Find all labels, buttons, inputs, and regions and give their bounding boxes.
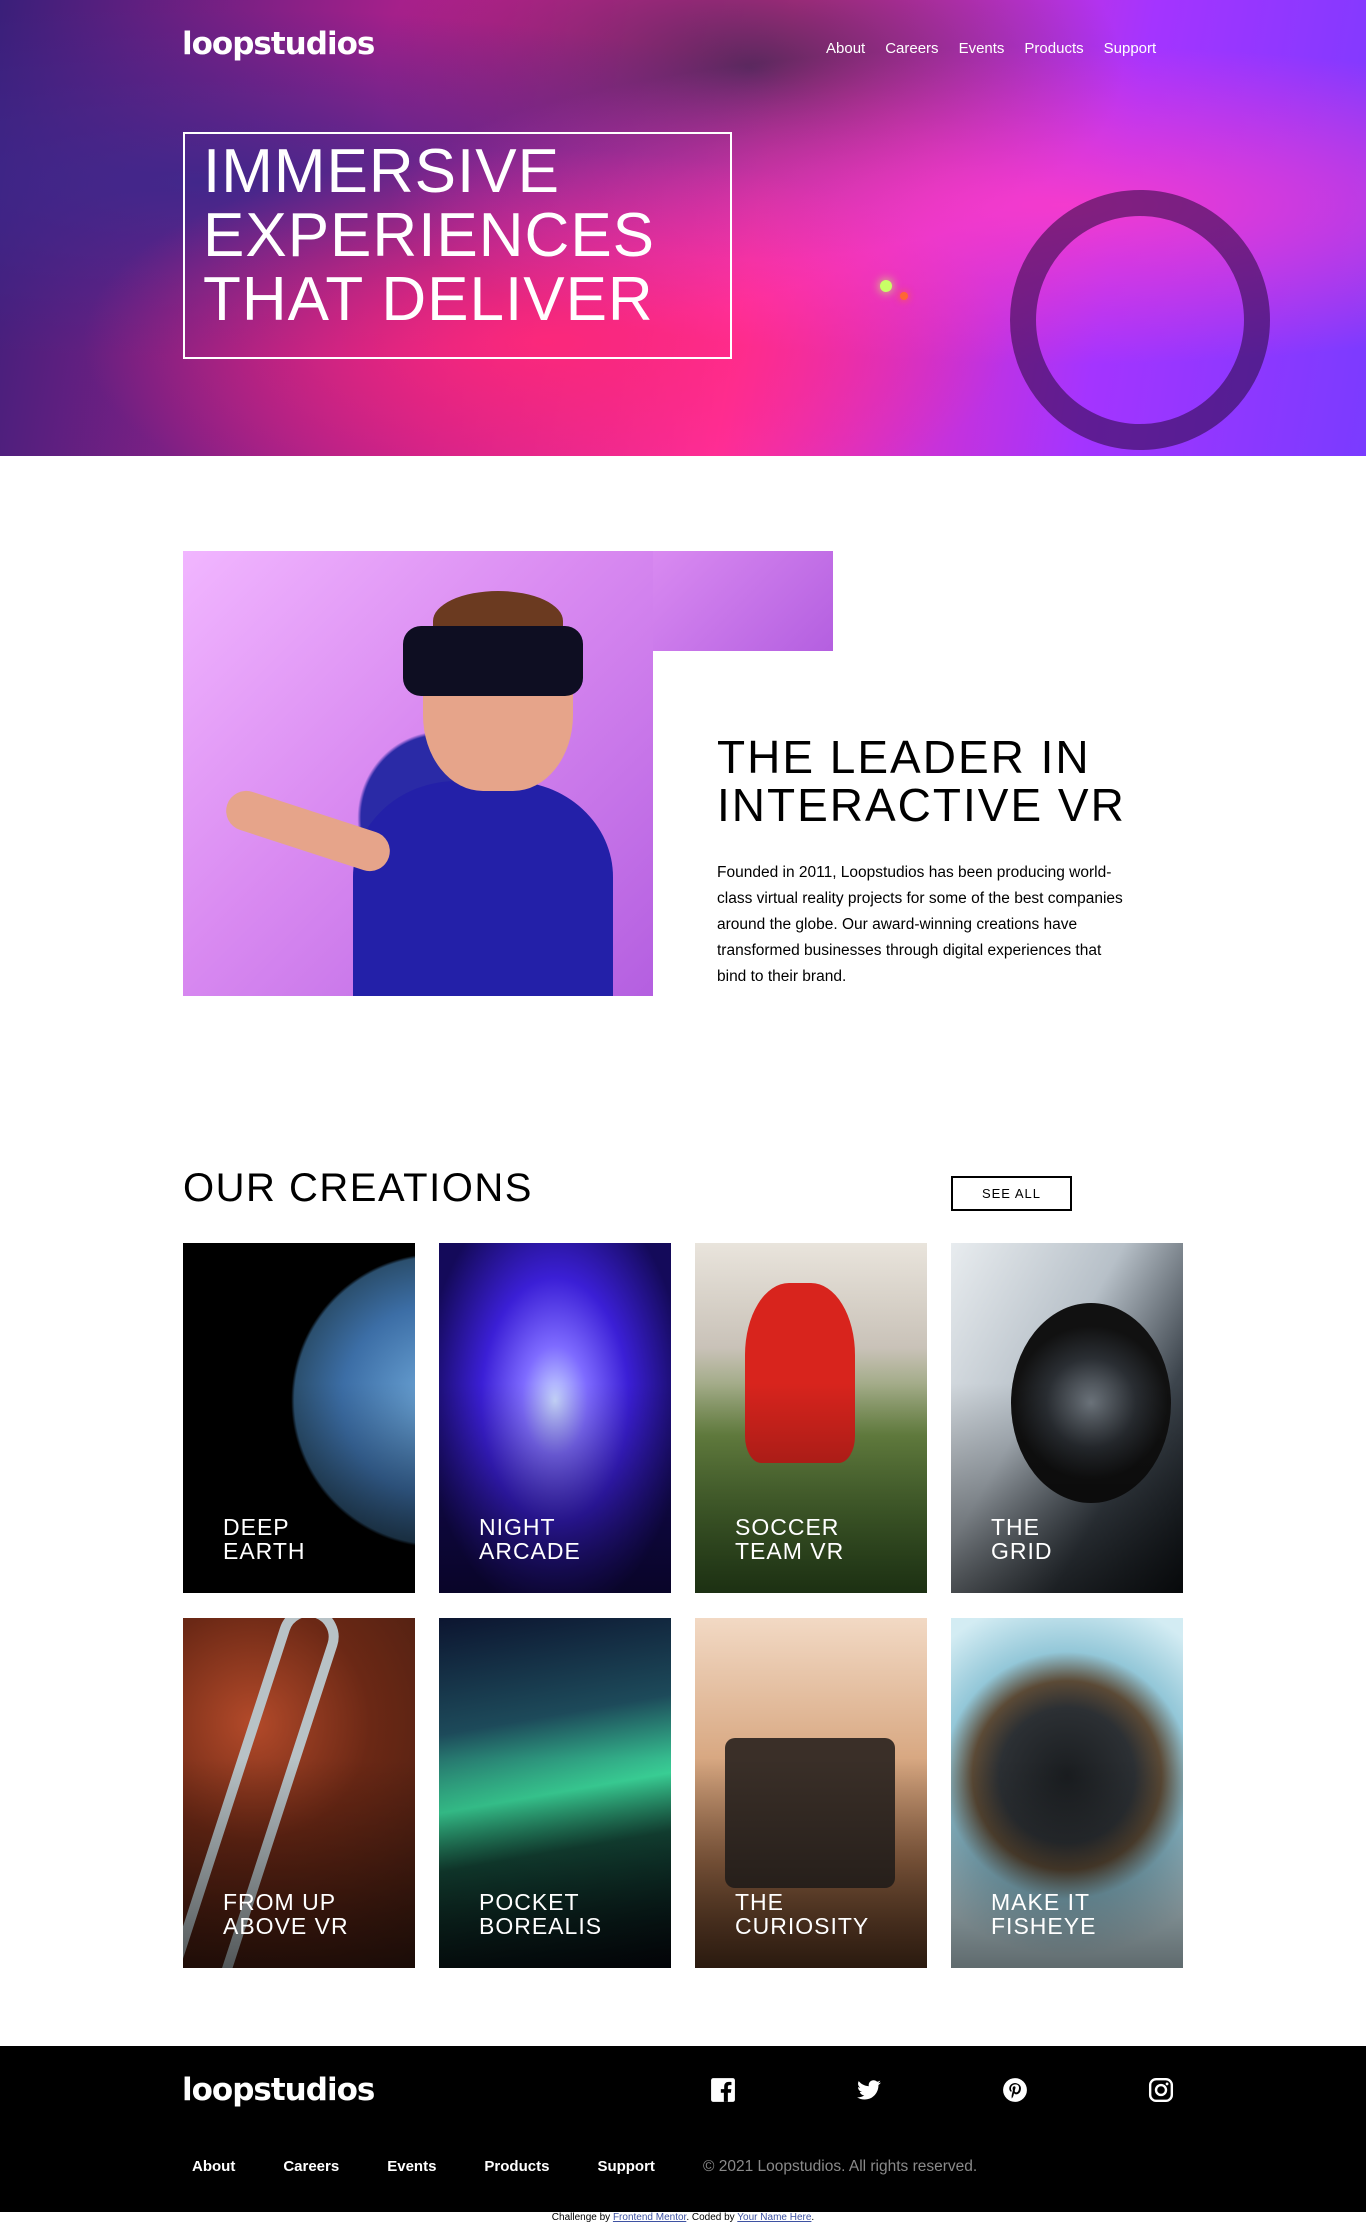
creation-label: MAKE IT FISHEYE (991, 1890, 1171, 1938)
hero-headline-line: IMMERSIVE (203, 137, 560, 206)
copyright-text: © 2021 Loopstudios. All rights reserved. (703, 2158, 978, 2175)
author-link[interactable]: Your Name Here (737, 2212, 811, 2223)
vr-image-extension (653, 551, 833, 651)
creations-title: OUR CREATIONS (183, 1166, 533, 1210)
creation-card-night-arcade[interactable]: NIGHT ARCADE (439, 1243, 671, 1593)
creation-label-line: NIGHT (479, 1514, 556, 1540)
about-title-line: THE LEADER IN (717, 731, 1091, 783)
creation-label-line: TEAM VR (735, 1538, 845, 1564)
vr-headset-graphic (403, 626, 583, 696)
creation-label-line: SOCCER (735, 1514, 840, 1540)
footer-nav-products[interactable]: Products (484, 2158, 549, 2175)
about-title: THE LEADER IN INTERACTIVE VR (717, 733, 1177, 829)
creation-label-line: EARTH (223, 1538, 306, 1564)
hero-wheel-decoration (1010, 190, 1270, 450)
hero-section: loopstudios About Careers Events Product… (0, 0, 1366, 456)
about-title-line: INTERACTIVE VR (717, 779, 1126, 831)
nav-about[interactable]: About (826, 40, 865, 57)
footer-nav-events[interactable]: Events (387, 2158, 436, 2175)
creation-card-deep-earth[interactable]: DEEP EARTH (183, 1243, 415, 1593)
footer-nav-support[interactable]: Support (597, 2158, 655, 2175)
instagram-icon[interactable] (1148, 2077, 1174, 2107)
creation-label: THE GRID (991, 1515, 1171, 1563)
nav-careers[interactable]: Careers (885, 40, 938, 57)
creation-label-line: CURIOSITY (735, 1913, 870, 1939)
creation-label-line: BOREALIS (479, 1913, 603, 1939)
attribution: Challenge by Frontend Mentor. Coded by Y… (0, 2212, 1366, 2223)
creation-label-line: FISHEYE (991, 1913, 1097, 1939)
creation-label-line: THE (991, 1514, 1040, 1540)
creation-label: DEEP EARTH (223, 1515, 403, 1563)
creation-label: POCKET BOREALIS (479, 1890, 659, 1938)
attribution-text: . Coded by (686, 2212, 735, 2223)
creation-label-line: GRID (991, 1538, 1053, 1564)
footer-nav-careers[interactable]: Careers (283, 2158, 339, 2175)
creation-label: NIGHT ARCADE (479, 1515, 659, 1563)
about-text: Founded in 2011, Loopstudios has been pr… (717, 864, 1123, 985)
header-nav: About Careers Events Products Support (826, 40, 1156, 57)
hero-light-decoration (880, 280, 892, 292)
creation-label-line: THE (735, 1889, 784, 1915)
hero-light-decoration (900, 292, 908, 300)
creation-label-line: ABOVE VR (223, 1913, 349, 1939)
hero-headline-line: EXPERIENCES (203, 201, 656, 270)
nav-support[interactable]: Support (1104, 40, 1157, 57)
creation-card-pocket-borealis[interactable]: POCKET BOREALIS (439, 1618, 671, 1968)
creation-label-line: ARCADE (479, 1538, 581, 1564)
nav-products[interactable]: Products (1024, 40, 1083, 57)
creation-label-line: MAKE IT (991, 1889, 1091, 1915)
creation-label: FROM UP ABOVE VR (223, 1890, 403, 1938)
hero-headline-line: THAT DELIVER (203, 265, 654, 334)
see-all-button[interactable]: SEE ALL (951, 1176, 1072, 1211)
creation-card-the-curiosity[interactable]: THE CURIOSITY (695, 1618, 927, 1968)
footer: loopstudios About Careers Events Product… (0, 2046, 1366, 2212)
facebook-icon[interactable] (710, 2077, 736, 2107)
footer-nav-about[interactable]: About (192, 2158, 235, 2175)
nav-events[interactable]: Events (959, 40, 1005, 57)
pinterest-icon[interactable] (1002, 2077, 1028, 2107)
vr-man-image (183, 551, 653, 996)
attribution-text: Challenge by (551, 2212, 611, 2223)
creation-card-make-it-fisheye[interactable]: MAKE IT FISHEYE (951, 1618, 1183, 1968)
creation-label-line: DEEP (223, 1514, 290, 1540)
footer-nav: About Careers Events Products Support (192, 2158, 655, 2175)
creation-label: SOCCER TEAM VR (735, 1515, 915, 1563)
creation-label-line: POCKET (479, 1889, 580, 1915)
twitter-icon[interactable] (856, 2077, 882, 2107)
image-detail (353, 781, 613, 996)
footer-logo[interactable]: loopstudios (182, 2072, 375, 2108)
hero-headline-box: IMMERSIVE EXPERIENCES THAT DELIVER (183, 132, 732, 359)
creation-card-the-grid[interactable]: THE GRID (951, 1243, 1183, 1593)
creation-label-line: FROM UP (223, 1889, 337, 1915)
image-detail (220, 785, 396, 877)
creation-card-from-up-above-vr[interactable]: FROM UP ABOVE VR (183, 1618, 415, 1968)
creation-label: THE CURIOSITY (735, 1890, 915, 1938)
creation-card-soccer-team-vr[interactable]: SOCCER TEAM VR (695, 1243, 927, 1593)
frontend-mentor-link[interactable]: Frontend Mentor (613, 2212, 686, 2223)
header-logo[interactable]: loopstudios (182, 26, 375, 62)
attribution-text: . (811, 2212, 815, 2223)
